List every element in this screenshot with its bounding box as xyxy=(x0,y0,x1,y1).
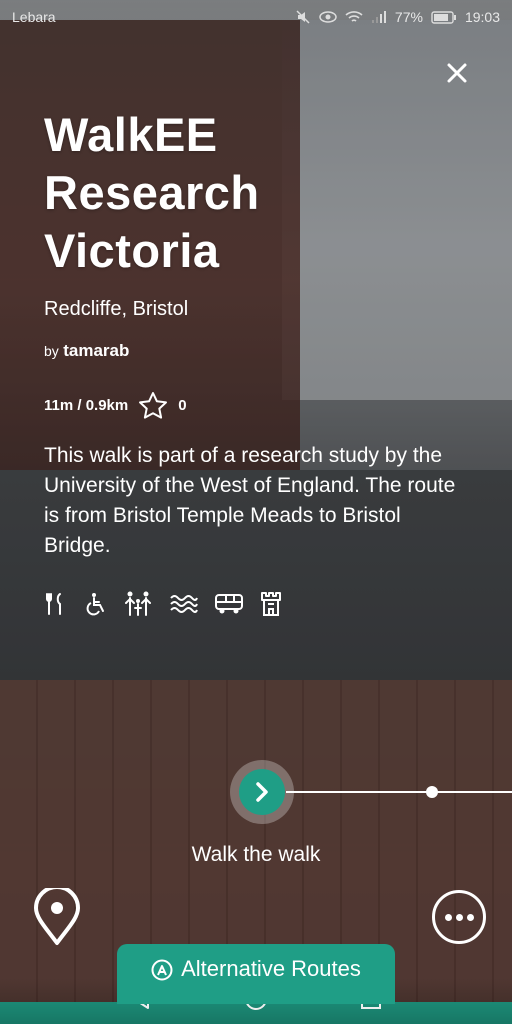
more-dot xyxy=(466,913,474,921)
map-pin-icon xyxy=(34,885,80,945)
route-icon xyxy=(151,959,173,981)
author-name[interactable]: tamarab xyxy=(63,341,129,360)
water-icon xyxy=(170,593,198,615)
wheelchair-icon xyxy=(84,592,108,616)
food-icon xyxy=(44,592,68,616)
chevron-right-icon xyxy=(256,782,268,802)
walk-description: This walk is part of a research study by… xyxy=(44,444,456,557)
carrier-label: Lebara xyxy=(12,9,56,25)
walk-title: WalkEE Research Victoria xyxy=(44,108,260,277)
close-icon xyxy=(447,63,467,83)
walk-slider[interactable] xyxy=(230,760,512,824)
signal-icon xyxy=(371,10,387,24)
slider-track xyxy=(286,791,512,793)
close-button[interactable] xyxy=(442,58,472,88)
walk-location: Redcliffe, Bristol xyxy=(44,298,189,320)
alternative-routes-label: Alternative Routes xyxy=(181,956,361,981)
battery-percent: 77% xyxy=(394,9,423,25)
mute-icon xyxy=(295,9,311,25)
eye-icon xyxy=(319,10,337,24)
amenities-row xyxy=(44,591,472,617)
status-bar: Lebara 77% 19:03 xyxy=(0,0,512,34)
slider-knob[interactable] xyxy=(230,760,294,824)
rating-count: 0 xyxy=(178,396,187,414)
by-label: by xyxy=(44,343,59,359)
clock: 19:03 xyxy=(464,9,500,25)
slider-end-dot xyxy=(426,786,438,798)
wifi-icon xyxy=(345,10,363,24)
more-dot xyxy=(455,913,463,921)
alternative-routes-button[interactable]: Alternative Routes xyxy=(117,944,395,1004)
battery-icon xyxy=(431,10,457,24)
more-options-button[interactable] xyxy=(432,890,486,944)
castle-icon xyxy=(260,591,282,617)
walk-stats: 11m / 0.9km 0 xyxy=(44,391,472,419)
duration-distance: 11m / 0.9km xyxy=(44,396,129,414)
more-dot xyxy=(444,913,452,921)
family-icon xyxy=(124,591,154,617)
bus-icon xyxy=(214,593,244,615)
walk-the-walk-label: Walk the walk xyxy=(191,843,321,866)
walk-author: by tamarab xyxy=(44,341,472,361)
star-icon[interactable] xyxy=(138,391,168,419)
location-button[interactable] xyxy=(32,885,82,946)
walk-details: WalkEE Research Victoria Redcliffe, Bris… xyxy=(44,106,472,617)
